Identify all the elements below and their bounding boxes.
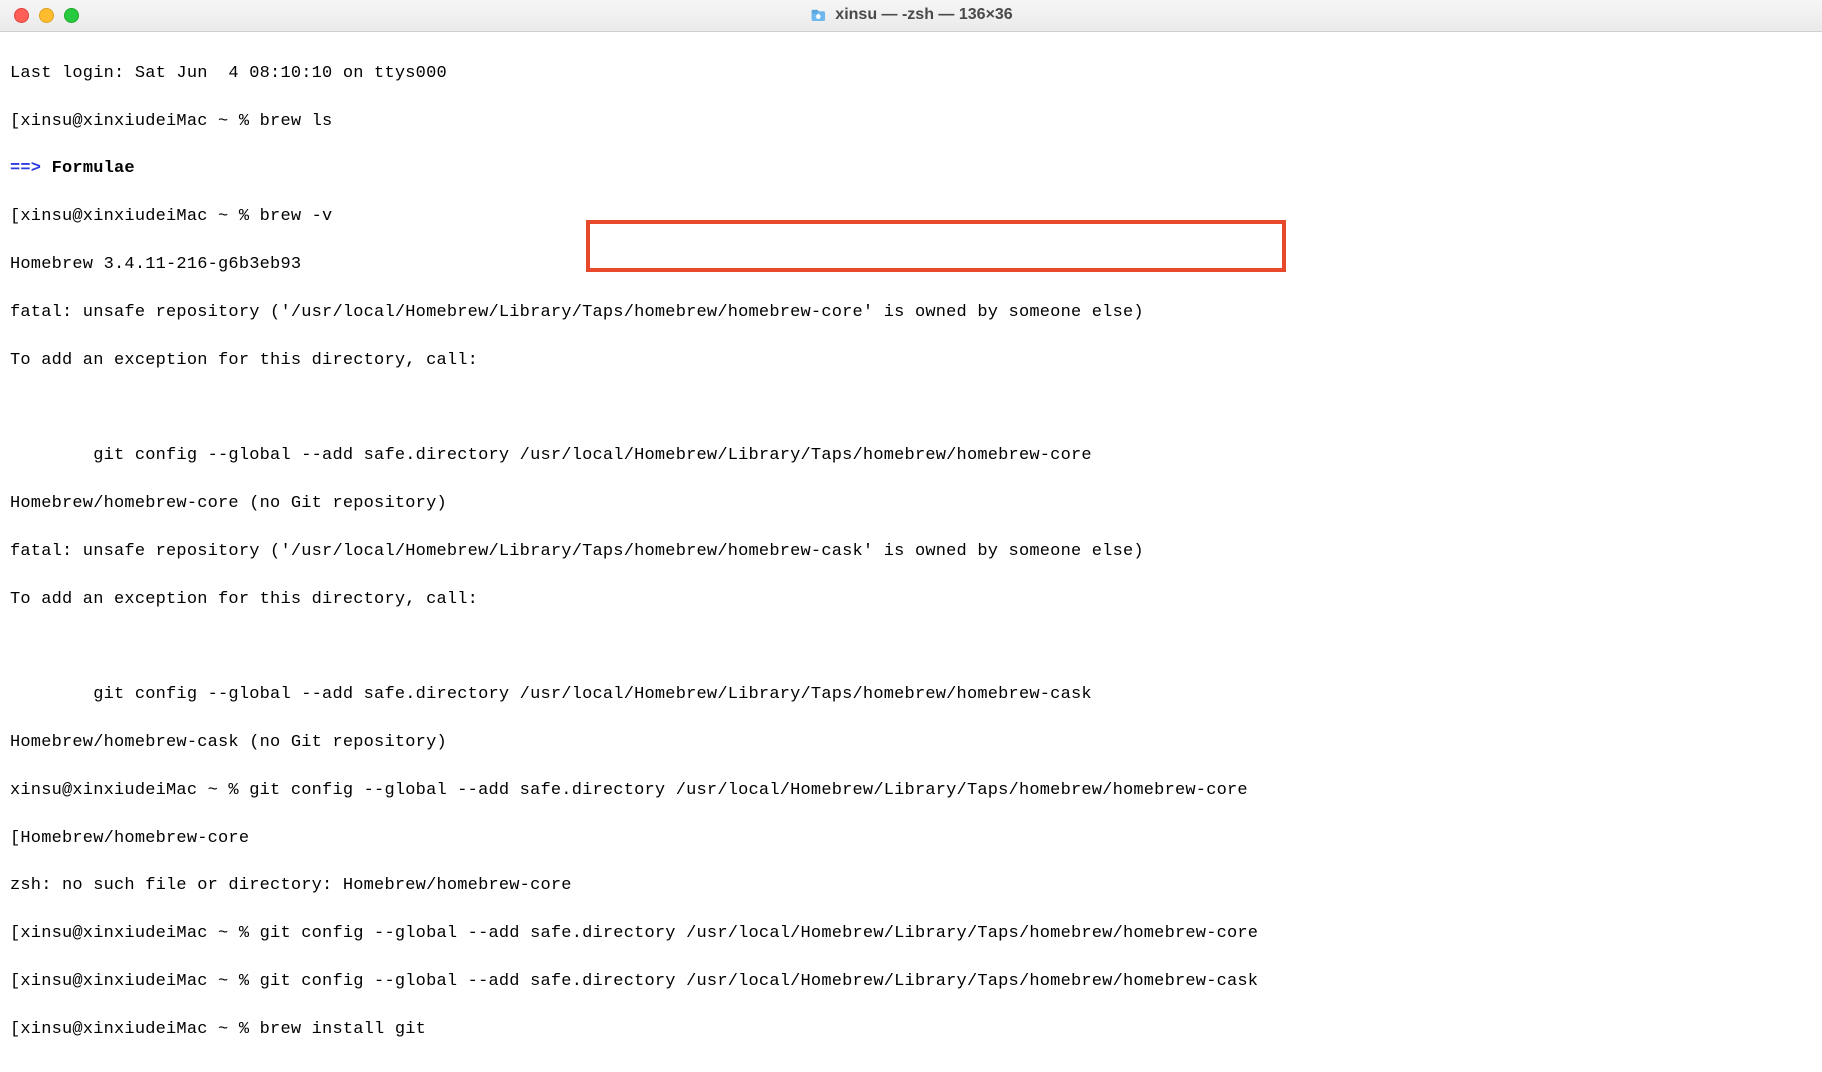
- traffic-lights: [0, 8, 79, 23]
- terminal-line: [xinsu@xinxiudeiMac ~ % brew install git: [10, 1018, 1812, 1042]
- close-icon[interactable]: [14, 8, 29, 23]
- arrow-icon: ==>: [10, 159, 41, 178]
- terminal-line: fatal: unsafe repository ('/usr/local/Ho…: [10, 301, 1812, 325]
- terminal-line: Homebrew 3.4.11-216-g6b3eb93: [10, 253, 1812, 277]
- terminal-line: [xinsu@xinxiudeiMac ~ % git config --glo…: [10, 922, 1812, 946]
- terminal-line: git config --global --add safe.directory…: [10, 683, 1812, 707]
- window-title-text: xinsu — -zsh — 136×36: [835, 4, 1012, 26]
- terminal-line: [Homebrew/homebrew-core: [10, 827, 1812, 851]
- terminal-line: fatal: unsafe repository ('/usr/local/Ho…: [10, 540, 1812, 564]
- terminal-line: ==> Formulae: [10, 157, 1812, 181]
- zoom-icon[interactable]: [64, 8, 79, 23]
- window-titlebar: xinsu — -zsh — 136×36: [0, 0, 1822, 32]
- terminal-line: git config --global --add safe.directory…: [10, 444, 1812, 468]
- home-folder-icon: [809, 6, 827, 24]
- terminal-line: [xinsu@xinxiudeiMac ~ % git config --glo…: [10, 970, 1812, 994]
- terminal-output[interactable]: Last login: Sat Jun 4 08:10:10 on ttys00…: [0, 32, 1822, 1072]
- terminal-line: Last login: Sat Jun 4 08:10:10 on ttys00…: [10, 62, 1812, 86]
- window-title: xinsu — -zsh — 136×36: [809, 4, 1012, 26]
- terminal-line: Homebrew/homebrew-core (no Git repositor…: [10, 492, 1812, 516]
- terminal-line: To add an exception for this directory, …: [10, 588, 1812, 612]
- terminal-line: [xinsu@xinxiudeiMac ~ % brew -v: [10, 205, 1812, 229]
- terminal-line: zsh: no such file or directory: Homebrew…: [10, 874, 1812, 898]
- minimize-icon[interactable]: [39, 8, 54, 23]
- terminal-line: Homebrew/homebrew-cask (no Git repositor…: [10, 731, 1812, 755]
- terminal-line: xinsu@xinxiudeiMac ~ % git config --glob…: [10, 779, 1812, 803]
- terminal-line: [10, 396, 1812, 420]
- terminal-line: To add an exception for this directory, …: [10, 349, 1812, 373]
- terminal-line: [10, 635, 1812, 659]
- terminal-line: [xinsu@xinxiudeiMac ~ % brew ls: [10, 110, 1812, 134]
- formulae-label: Formulae: [41, 159, 135, 178]
